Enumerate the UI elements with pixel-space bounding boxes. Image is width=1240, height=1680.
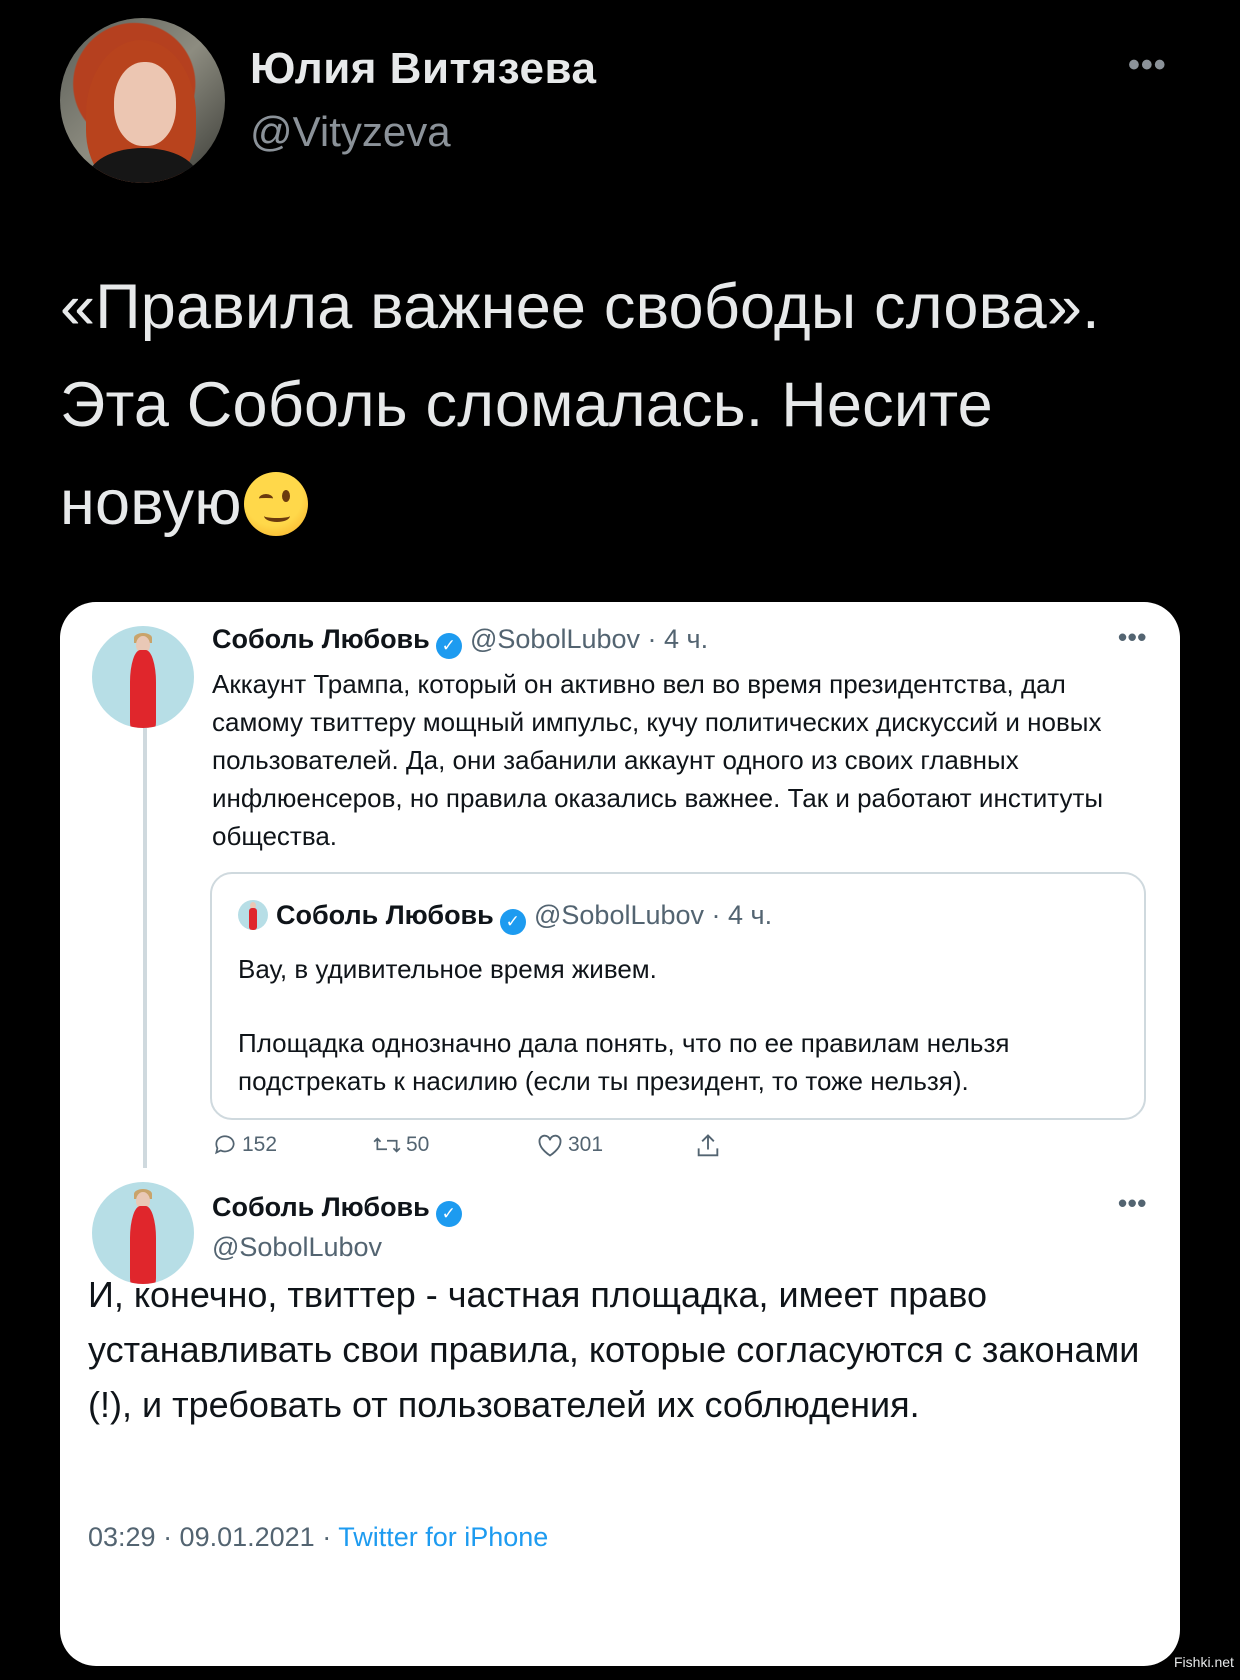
avatar[interactable] — [92, 626, 194, 728]
retweet-button[interactable]: 50 — [372, 1132, 429, 1158]
watermark: Fishki.net — [1174, 1654, 1234, 1670]
author-name-text: Соболь Любовь — [212, 624, 430, 654]
quoted-avatar — [238, 900, 268, 930]
quoted-tweet[interactable]: Соболь Любовь ✓ @SobolLubov · 4 ч. Вау, в… — [210, 872, 1146, 1120]
quoted-text-line2: Площадка однозначно дала понять, что по … — [238, 1028, 1010, 1096]
tweet-source-link[interactable]: Twitter for iPhone — [338, 1522, 548, 1552]
tweet-time: 03:29 · 09.01.2021 · — [88, 1522, 339, 1552]
author-handle[interactable]: @Vityzeva — [250, 108, 451, 156]
tweet-actions: 152 50 301 — [212, 1132, 812, 1172]
verified-badge-icon: ✓ — [435, 633, 462, 659]
tweet-meta: @SobolLubov · 4 ч. — [470, 624, 709, 654]
quoted-author-name: Соболь Любовь ✓ — [276, 900, 526, 935]
tweet-author-name[interactable]: Соболь Любовь ✓ — [212, 624, 462, 659]
tweet-handle[interactable]: @SobolLubov — [212, 1232, 382, 1263]
quoted-meta: @SobolLubov · 4 ч. — [534, 900, 773, 930]
thread-line — [143, 728, 147, 1168]
author-name[interactable]: Юлия Витязева — [250, 44, 596, 94]
like-count: 301 — [568, 1133, 604, 1156]
share-button[interactable] — [694, 1132, 726, 1160]
share-icon — [697, 1134, 719, 1157]
verified-badge-icon: ✓ — [499, 909, 526, 935]
embedded-tweet-card[interactable]: Соболь Любовь ✓ @SobolLubov · 4 ч. ••• Ак… — [60, 602, 1180, 1666]
tweet-text-content: «Правила важнее свободы слова». Эта Собо… — [60, 272, 1100, 538]
more-options-icon[interactable]: ••• — [1118, 1188, 1147, 1219]
tweet-body: Аккаунт Трампа, который он активно вел в… — [212, 669, 1104, 851]
verified-badge-icon: ✓ — [435, 1201, 462, 1227]
reply-icon — [215, 1135, 235, 1155]
screenshot-page: Юлия Витязева @Vityzeva ••• «Правила важ… — [0, 0, 1240, 1680]
wink-emoji-icon — [243, 472, 308, 536]
avatar[interactable] — [60, 18, 225, 183]
tweet-timestamp: 03:29 · 09.01.2021 · Twitter for iPhone — [88, 1522, 548, 1553]
tweet-body: И, конечно, твиттер - частная площадка, … — [88, 1274, 1140, 1425]
like-button[interactable]: 301 — [536, 1132, 603, 1158]
retweet-icon — [373, 1137, 401, 1153]
reply-button[interactable]: 152 — [212, 1132, 277, 1158]
tweet-author-name[interactable]: Соболь Любовь ✓ — [212, 1192, 462, 1227]
heart-icon — [538, 1134, 562, 1157]
quoted-text-line1: Вау, в удивительное время живем. — [238, 954, 657, 984]
reply-count: 152 — [242, 1133, 278, 1156]
tweet-text: «Правила важнее свободы слова». Эта Собо… — [60, 258, 1180, 552]
retweet-count: 50 — [406, 1133, 430, 1156]
more-options-icon[interactable]: ••• — [1118, 622, 1147, 653]
quoted-author-name-text: Соболь Любовь — [276, 900, 494, 930]
author-name-text: Соболь Любовь — [212, 1192, 430, 1222]
more-options-icon[interactable]: ••• — [1128, 48, 1167, 82]
